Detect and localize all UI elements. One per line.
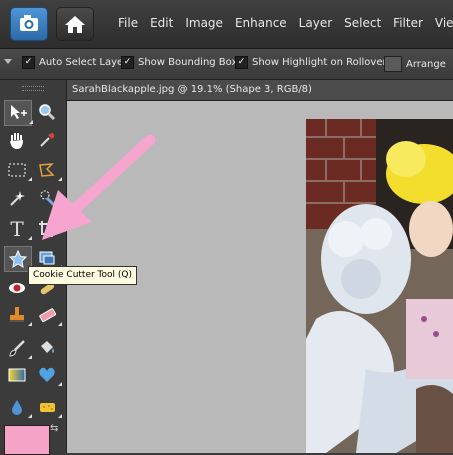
clone-stamp-tool-icon[interactable] — [4, 303, 32, 327]
toolbox-grip[interactable] — [22, 86, 44, 91]
auto-select-layer-option[interactable]: ✓ Auto Select Layer — [22, 56, 127, 69]
tooltip: Cookie Cutter Tool (Q) — [28, 266, 137, 285]
menu-items: File Edit Image Enhance Layer Select Fil… — [118, 16, 453, 30]
auto-select-layer-label: Auto Select Layer — [39, 57, 128, 68]
show-bounding-box-label: Show Bounding Box — [138, 57, 238, 68]
menu-image[interactable]: Image — [185, 16, 223, 30]
quick-selection-tool-icon[interactable] — [34, 186, 62, 210]
menu-select[interactable]: Select — [344, 16, 381, 30]
document-title: SarahBlackapple.jpg @ 19.1% (Shape 3, RG… — [72, 84, 312, 95]
sponge-tool-icon[interactable] — [34, 395, 62, 419]
show-bounding-box-option[interactable]: ✓ Show Bounding Box — [121, 56, 237, 69]
eraser-tool-icon[interactable] — [34, 303, 62, 327]
photo-image — [306, 119, 453, 453]
menu-edit[interactable]: Edit — [150, 16, 173, 30]
chevron-down-icon[interactable] — [4, 59, 12, 64]
arrange-button[interactable]: Arrange — [384, 56, 446, 72]
zoom-tool-icon[interactable] — [34, 100, 60, 124]
blur-tool-icon[interactable] — [4, 395, 32, 419]
checkbox-icon[interactable]: ✓ — [22, 56, 35, 69]
crop-tool-icon[interactable] — [34, 217, 60, 241]
move-tool-icon[interactable] — [4, 100, 33, 126]
custom-shape-tool-icon[interactable] — [34, 363, 62, 387]
brush-tool-icon[interactable] — [4, 336, 32, 360]
red-eye-tool-icon[interactable] — [4, 276, 30, 300]
eyedropper-tool-icon[interactable] — [34, 128, 60, 152]
options-bar: ✓ Auto Select Layer ✓ Show Bounding Box … — [0, 49, 453, 80]
menu-file[interactable]: File — [118, 16, 138, 30]
hand-tool-icon[interactable] — [4, 128, 30, 152]
gradient-tool-icon[interactable] — [4, 363, 30, 387]
marquee-tool-icon[interactable] — [4, 158, 32, 182]
document-tab[interactable]: SarahBlackapple.jpg @ 19.1% (Shape 3, RG… — [67, 80, 453, 101]
paint-bucket-tool-icon[interactable] — [34, 336, 60, 360]
checkbox-icon[interactable]: ✓ — [235, 56, 248, 69]
show-highlight-option[interactable]: ✓ Show Highlight on Rollover — [235, 56, 387, 69]
arrange-label: Arrange — [406, 58, 446, 70]
type-tool-icon[interactable]: T — [4, 217, 32, 241]
camera-icon[interactable] — [10, 7, 48, 41]
magic-wand-tool-icon[interactable] — [4, 186, 30, 210]
show-highlight-label: Show Highlight on Rollover — [252, 57, 387, 68]
home-icon[interactable] — [56, 7, 94, 41]
menu-filter[interactable]: Filter — [393, 16, 423, 30]
lasso-tool-icon[interactable] — [34, 158, 62, 182]
menu-view[interactable]: View — [435, 16, 453, 30]
menu-layer[interactable]: Layer — [299, 16, 332, 30]
swap-colors-icon[interactable]: ⇆ — [50, 423, 58, 434]
menu-bar: File Edit Image Enhance Layer Select Fil… — [0, 0, 453, 49]
menu-enhance[interactable]: Enhance — [235, 16, 287, 30]
arrange-icon — [384, 56, 402, 72]
checkbox-icon[interactable]: ✓ — [121, 56, 134, 69]
foreground-color-swatch[interactable] — [4, 425, 50, 455]
